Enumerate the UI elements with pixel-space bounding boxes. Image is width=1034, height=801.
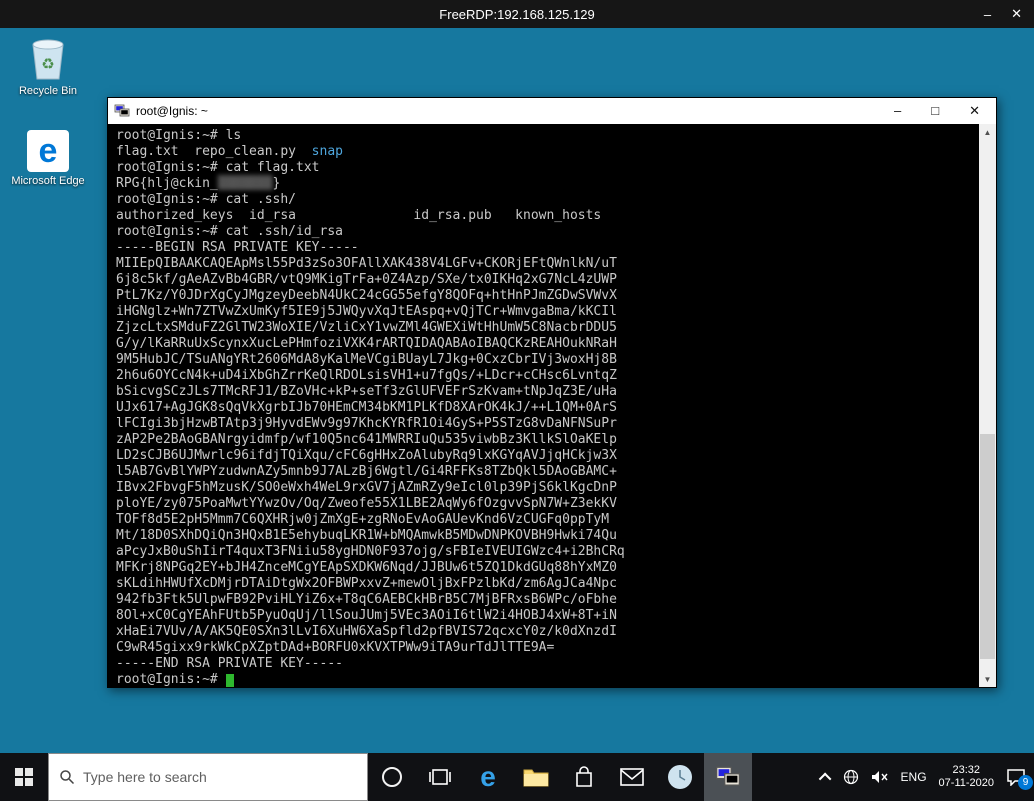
terminal-line: MFKrj8NPGq2EY+bJH4ZnceMCgYEApSXDKW6Nqd/J…	[116, 560, 996, 576]
recycle-bin-icon: ♻	[26, 36, 70, 82]
start-button[interactable]	[0, 753, 48, 801]
terminal-line: 9M5HubJC/TSuANgYRt2606MdA8yKalMeVCgiBUay…	[116, 352, 996, 368]
store-button[interactable]	[560, 753, 608, 801]
putty-icon	[715, 764, 741, 790]
terminal-maximize-button[interactable]: □	[931, 103, 939, 119]
search-box[interactable]	[48, 753, 368, 801]
scroll-up-icon[interactable]: ▲	[979, 124, 996, 140]
language-indicator[interactable]: ENG	[901, 770, 927, 784]
terminal-window: root@Ignis: ~ – □ ✕ root@Ignis:~# lsflag…	[107, 97, 997, 688]
tray-time: 23:32	[939, 764, 994, 777]
desktop-icon-microsoft-edge[interactable]: e Microsoft Edge	[10, 130, 86, 188]
terminal-line: l5AB7GvBlYWPYzudwnAZy5mnb9J7ALzBj6Wgtl/G…	[116, 464, 996, 480]
scrollbar-thumb[interactable]	[980, 434, 995, 659]
terminal-line: IBvx2FbvgF5hMzusK/SO0eWxh4WeL9rxGV7jAZmR…	[116, 480, 996, 496]
terminal-scrollbar[interactable]: ▲ ▼	[979, 124, 996, 687]
scroll-down-icon[interactable]: ▼	[979, 671, 996, 687]
chevron-up-icon[interactable]	[818, 772, 831, 785]
terminal-line: PtL7Kz/Y0JDrXgCyJMgzeyDeebN4UkC24cGG55ef…	[116, 288, 996, 304]
terminal-line: C9wR45gixx9rkWkCpXZptDAd+BORFU0xKVXTPWw9…	[116, 640, 996, 656]
tray-clock[interactable]: 23:32 07-11-2020	[939, 764, 994, 790]
windows-logo-icon	[15, 768, 33, 786]
edge-icon: e	[480, 763, 496, 791]
search-input[interactable]	[83, 769, 357, 785]
freerdp-title: FreeRDP:192.168.125.129	[439, 7, 594, 22]
window-minimize-button[interactable]: –	[984, 7, 991, 22]
desktop-icon-recycle-bin[interactable]: ♻ Recycle Bin	[10, 36, 86, 98]
task-view-icon	[428, 767, 452, 787]
terminal-titlebar[interactable]: root@Ignis: ~ – □ ✕	[108, 98, 996, 124]
desktop: ♻ Recycle Bin e Microsoft Edge root@Igni…	[0, 28, 1034, 753]
terminal-line: zAP2Pe2BAoGBANrgyidmfp/wf10Q5nc641MWRRIu…	[116, 432, 996, 448]
terminal-line: -----BEGIN RSA PRIVATE KEY-----	[116, 240, 996, 256]
recycle-glyph: ♻	[41, 56, 54, 73]
terminal-title: root@Ignis: ~	[136, 104, 208, 118]
terminal-line: xHaEi7VUv/A/AK5QE0SXn3lLvI6XuHW6XaSpfld2…	[116, 624, 996, 640]
task-view-button[interactable]	[416, 753, 464, 801]
terminal-line: 942fb3Ftk5UlpwFB92PviHLYiZ6x+T8qC6AEBCkH…	[116, 592, 996, 608]
cortana-button[interactable]	[368, 753, 416, 801]
volume-muted-icon[interactable]	[871, 769, 889, 785]
terminal-line: -----END RSA PRIVATE KEY-----	[116, 656, 996, 672]
edge-icon: e	[27, 130, 69, 172]
network-globe-icon[interactable]	[843, 769, 859, 785]
terminal-line: Mt/18D0SXhDQiQn3HQxB1E5ehybuqLKR1W+bMQAm…	[116, 528, 996, 544]
search-icon	[59, 769, 75, 785]
mail-icon	[620, 768, 644, 786]
terminal-line: 6j8c5kf/gAeAZvBb4GBR/vtQ9MKigTrFa+0Z4Azp…	[116, 272, 996, 288]
terminal-line: root@Ignis:~# cat flag.txt	[116, 160, 996, 176]
terminal-line: RPG{hlj@ckin_▒▒▒▒▒▒▒}	[116, 176, 996, 192]
cortana-icon	[380, 765, 404, 789]
terminal-line: MIIEpQIBAAKCAQEApMsl55Pd3zSo3OFAllXAK438…	[116, 256, 996, 272]
terminal-line: G/y/lKaRRuUxScynxXucLePHmfoziVXK4rARTQID…	[116, 336, 996, 352]
terminal-line: LD2sCJB6UJMwrlc96ifdjTQiXqu/cFC6gHHxZoAl…	[116, 448, 996, 464]
terminal-line: ZjzcLtxSMduFZ2GlTW23WoXIE/VzliCxY1vwZMl4…	[116, 320, 996, 336]
edge-glyph: e	[39, 134, 58, 168]
putty-icon	[114, 103, 130, 119]
terminal-window-controls: – □ ✕	[894, 103, 990, 119]
action-center-button[interactable]: 9	[1006, 768, 1026, 786]
terminal-line: 2h6u6OYCcN4k+uD4iXbGhZrrKeQlRDOLsisVH1+u…	[116, 368, 996, 384]
terminal-line: sKLdihHWUfXcDMjrDTAiDtgWx2OFBWPxxvZ+mewO…	[116, 576, 996, 592]
terminal-line: root@Ignis:~# cat .ssh/	[116, 192, 996, 208]
terminal-content[interactable]: root@Ignis:~# lsflag.txt repo_clean.py s…	[108, 124, 996, 687]
store-bag-icon	[573, 765, 595, 789]
terminal-line: bSicvgSCzJLs7TMcRFJ1/BZoVHc+kP+seTf3zGlU…	[116, 384, 996, 400]
folder-icon	[523, 766, 549, 788]
desktop-icon-label: Recycle Bin	[19, 85, 77, 98]
desktop-icon-label: Microsoft Edge	[11, 175, 84, 188]
terminal-line: iHGNglz+Wn7ZTVwZxUmKyf5IE9j5JWQyvXqJtEAs…	[116, 304, 996, 320]
terminal-line: UJx617+AgJGK8sQqVkXgrbIJb70HEmCM34bKM1PL…	[116, 400, 996, 416]
window-close-button[interactable]: ✕	[1011, 6, 1022, 22]
terminal-line: TOFf8d5E2pH5Mmm7C6QXHRjw0jZmXgE+zgRNoEvA…	[116, 512, 996, 528]
terminal-line: root@Ignis:~# cat .ssh/id_rsa	[116, 224, 996, 240]
terminal-minimize-button[interactable]: –	[894, 103, 901, 119]
terminal-line: 8Ol+xC0CgYEAhFUtb5PyuOqUj/llSouJUmj5VEc3…	[116, 608, 996, 624]
terminal-line: flag.txt repo_clean.py snap	[116, 144, 996, 160]
file-explorer-button[interactable]	[512, 753, 560, 801]
mail-button[interactable]	[608, 753, 656, 801]
terminal-line: root@Ignis:~# ls	[116, 128, 996, 144]
notification-badge: 9	[1018, 775, 1033, 790]
terminal-lines: root@Ignis:~# lsflag.txt repo_clean.py s…	[108, 124, 996, 687]
terminal-line: ploYE/zy075PoaMwtYYwzOv/Oq/Zweofe55X1LBE…	[116, 496, 996, 512]
clock-app-button[interactable]	[656, 753, 704, 801]
system-tray: ENG 23:32 07-11-2020 9	[822, 753, 1034, 801]
terminal-line: authorized_keys id_rsa id_rsa.pub known_…	[116, 208, 996, 224]
tray-date: 07-11-2020	[939, 777, 994, 790]
terminal-close-button[interactable]: ✕	[969, 103, 980, 119]
putty-taskbar-button[interactable]	[704, 753, 752, 801]
terminal-line: aPcyJxB0uShIirT4quxT3FNiiu58ygHDN0F937oj…	[116, 544, 996, 560]
freerdp-window-controls: – ✕	[984, 0, 1022, 28]
terminal-line: root@Ignis:~#	[116, 672, 996, 687]
taskbar-edge-button[interactable]: e	[464, 753, 512, 801]
clock-icon	[667, 764, 693, 790]
freerdp-titlebar: FreeRDP:192.168.125.129 – ✕	[0, 0, 1034, 28]
terminal-line: lFCIgi3bjHzwBTAtp3j9HyvdEWv9g97KhcKYRfR1…	[116, 416, 996, 432]
screen: { "window": { "title": "FreeRDP:192.168.…	[0, 0, 1034, 801]
taskbar: e	[0, 753, 1034, 801]
